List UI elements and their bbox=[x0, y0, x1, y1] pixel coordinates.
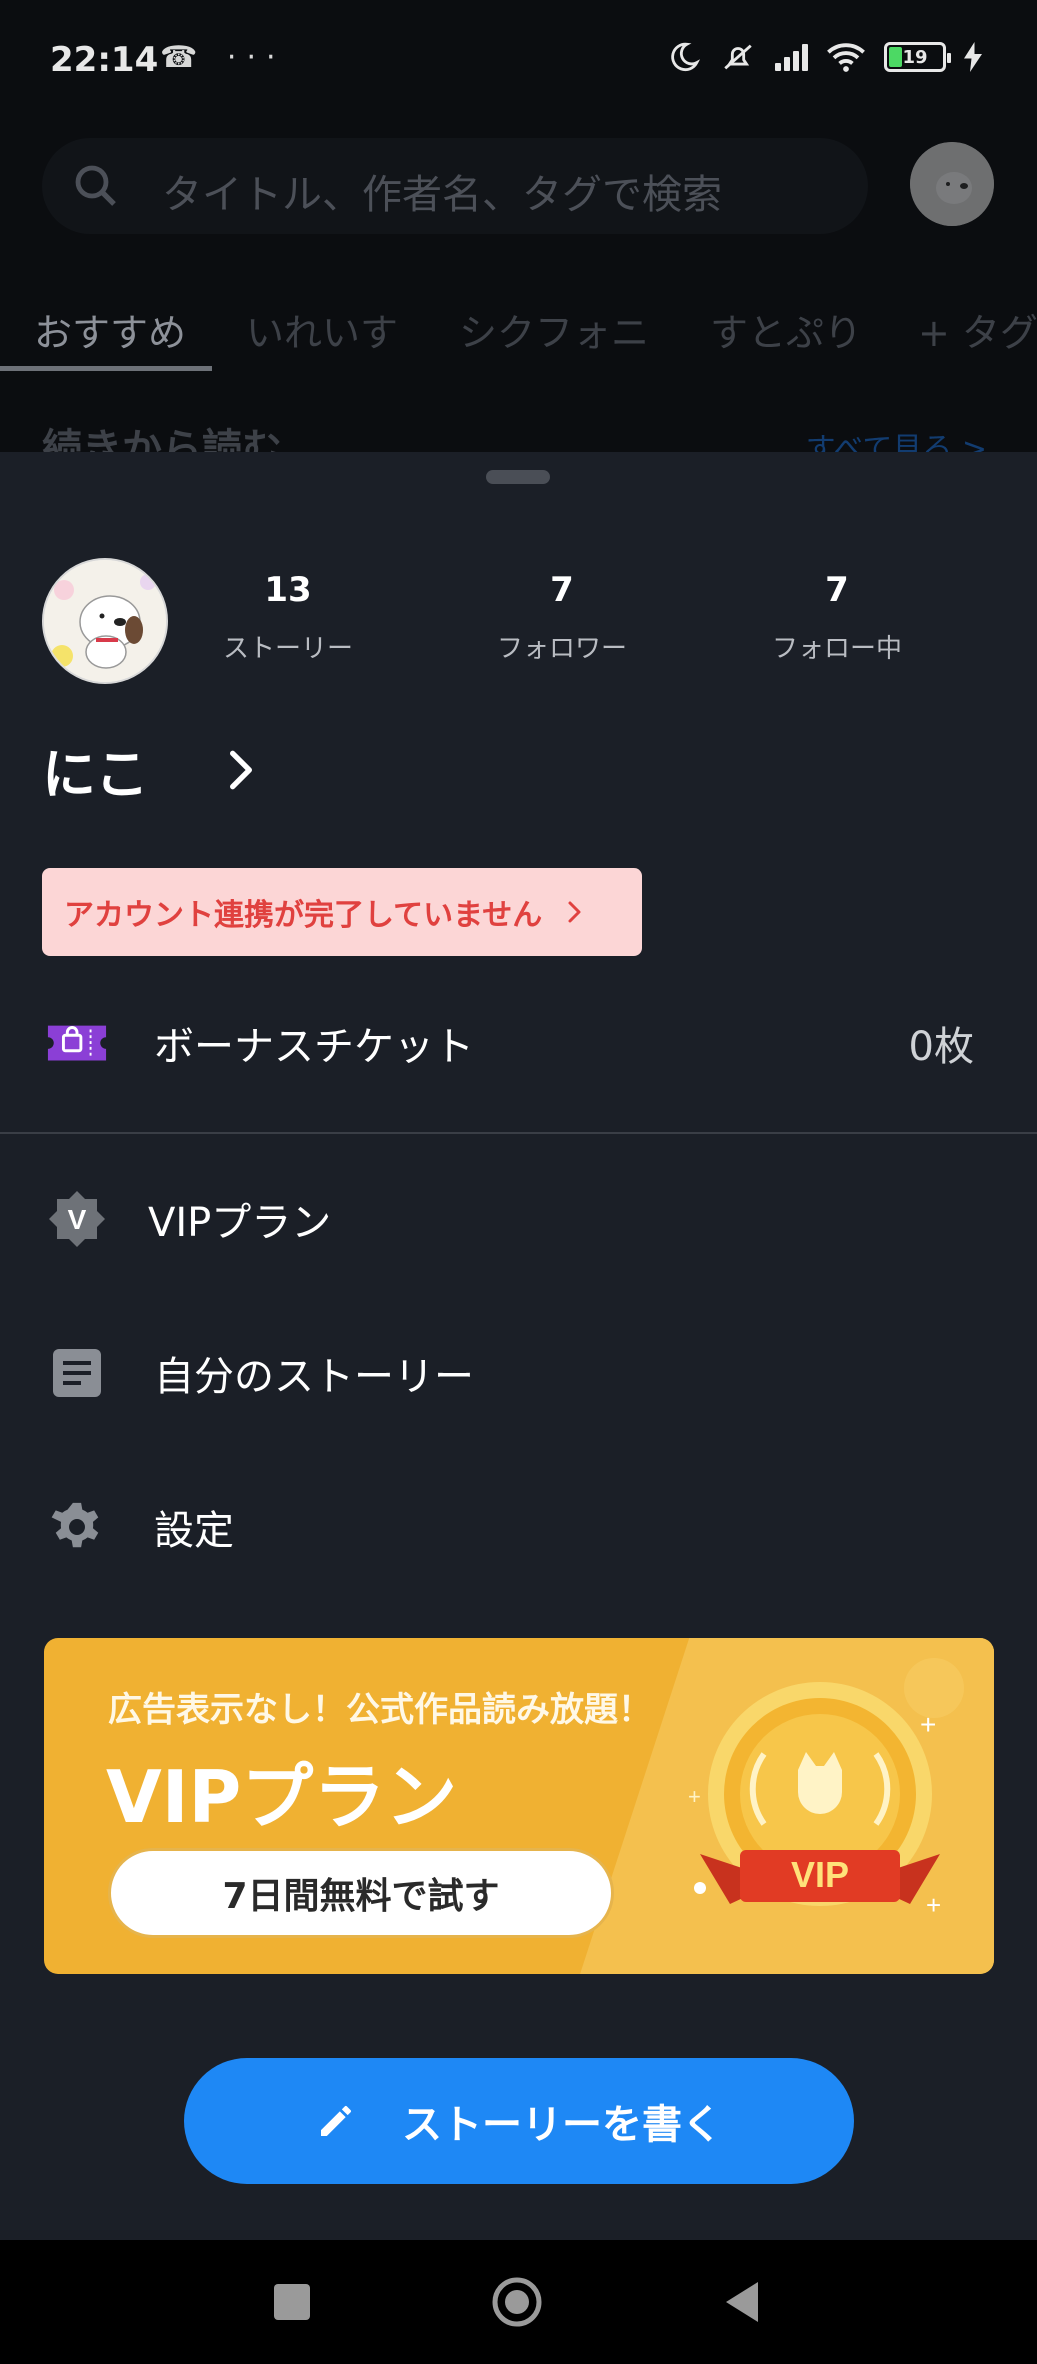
pencil-icon bbox=[321, 2106, 351, 2136]
stat-stories[interactable]: 13 ストーリー bbox=[188, 570, 388, 665]
write-story-button[interactable]: ストーリーを書く bbox=[184, 2058, 854, 2184]
background-screen: 22:14 ☎ ··· 19 タイトル、作者名、タグで検索 おすすめ いれいす … bbox=[0, 0, 1037, 460]
vip-title: VIPプラン bbox=[106, 1755, 458, 1839]
ticket-icon bbox=[46, 1012, 108, 1074]
profile-avatar[interactable] bbox=[42, 558, 168, 684]
recents-button[interactable] bbox=[266, 2276, 318, 2328]
vip-promo-banner[interactable]: 広告表示なし！公式作品読み放題！ VIPプラン 7日間無料で試す VIP + +… bbox=[44, 1638, 994, 1974]
wifi-icon bbox=[827, 43, 865, 72]
bonus-ticket-count: 0枚 bbox=[908, 1024, 974, 1070]
menu-my-stories[interactable]: 自分のストーリー bbox=[0, 1318, 1037, 1428]
stat-stories-value: 13 bbox=[264, 570, 312, 610]
menu-bonus-ticket-label: ボーナスチケット bbox=[154, 1024, 474, 1070]
status-notification-icons: ☎ ··· bbox=[160, 40, 286, 75]
write-story-label: ストーリーを書く bbox=[402, 2102, 722, 2148]
battery-level: 19 bbox=[902, 46, 928, 68]
tab-recommended[interactable]: おすすめ bbox=[34, 302, 186, 357]
status-bar: 22:14 ☎ ··· 19 bbox=[0, 0, 1037, 120]
document-icon bbox=[46, 1342, 108, 1404]
battery-icon: 19 bbox=[884, 42, 951, 72]
home-button[interactable] bbox=[491, 2276, 543, 2328]
menu-settings[interactable]: 設定 bbox=[0, 1472, 1037, 1582]
drag-handle[interactable] bbox=[486, 470, 550, 484]
system-navigation-bar bbox=[0, 2240, 1037, 2364]
vip-medal-icon: VIP + + + bbox=[688, 1682, 940, 1920]
account-link-warning-text: アカウント連携が完了していません bbox=[64, 898, 543, 933]
menu-vip-plan-label: VIPプラン bbox=[148, 1200, 332, 1246]
gear-icon bbox=[46, 1496, 108, 1558]
charging-icon bbox=[964, 42, 982, 72]
menu-my-stories-label: 自分のストーリー bbox=[154, 1354, 474, 1400]
active-tab-indicator bbox=[0, 366, 212, 371]
tab-sutopuri[interactable]: すとぷり bbox=[710, 302, 862, 357]
free-trial-button[interactable]: 7日間無料で試す bbox=[108, 1848, 614, 1938]
status-right-icons: 19 bbox=[667, 40, 982, 74]
moon-icon bbox=[671, 42, 701, 72]
search-placeholder: タイトル、作者名、タグで検索 bbox=[162, 172, 722, 218]
signal-icon bbox=[775, 43, 808, 71]
tab-add-tag[interactable]: + タグ追 bbox=[918, 302, 1037, 357]
back-button[interactable] bbox=[718, 2276, 770, 2328]
category-tabs: おすすめ いれいす シクフォニ すとぷり + タグ追 bbox=[0, 290, 1037, 370]
menu-settings-label: 設定 bbox=[154, 1508, 234, 1554]
stat-following[interactable]: 7 フォロー中 bbox=[737, 570, 937, 665]
chevron-right-icon bbox=[229, 750, 252, 789]
vip-badge-text: VIP bbox=[791, 1854, 849, 1895]
chevron-right-icon bbox=[568, 901, 581, 923]
stat-stories-label: ストーリー bbox=[222, 634, 353, 664]
tab-shikufoni[interactable]: シクフォニ bbox=[459, 302, 649, 357]
profile-link[interactable]: にこ bbox=[42, 730, 261, 809]
stat-followers-value: 7 bbox=[550, 570, 574, 610]
stat-following-value: 7 bbox=[825, 570, 849, 610]
search-input[interactable]: タイトル、作者名、タグで検索 bbox=[42, 138, 868, 234]
menu-vip-plan[interactable]: V VIPプラン bbox=[0, 1164, 1037, 1274]
search-icon bbox=[75, 165, 116, 206]
divider bbox=[0, 1132, 1037, 1134]
header-avatar[interactable] bbox=[910, 142, 994, 226]
username: にこ bbox=[42, 743, 149, 806]
stat-followers[interactable]: 7 フォロワー bbox=[462, 570, 662, 665]
vip-tagline: 広告表示なし！公式作品読み放題！ bbox=[108, 1690, 652, 1730]
account-link-warning[interactable]: アカウント連携が完了していません bbox=[42, 868, 642, 956]
svg-text:+: + bbox=[920, 1709, 936, 1740]
svg-text:V: V bbox=[68, 1204, 87, 1235]
menu-bonus-ticket[interactable]: ボーナスチケット 0枚 bbox=[0, 988, 1037, 1098]
status-time: 22:14 bbox=[50, 40, 159, 80]
vip-badge-icon: V bbox=[46, 1188, 108, 1250]
svg-text:+: + bbox=[926, 1890, 940, 1920]
tab-ireisu[interactable]: いれいす bbox=[246, 302, 398, 357]
account-bottom-sheet: 13 ストーリー 7 フォロワー 7 フォロー中 にこ アカウント連携が完了して… bbox=[0, 452, 1037, 2240]
mute-icon bbox=[724, 44, 752, 70]
stat-followers-label: フォロワー bbox=[496, 634, 627, 664]
svg-text:+: + bbox=[688, 1784, 701, 1809]
stat-following-label: フォロー中 bbox=[771, 634, 902, 664]
